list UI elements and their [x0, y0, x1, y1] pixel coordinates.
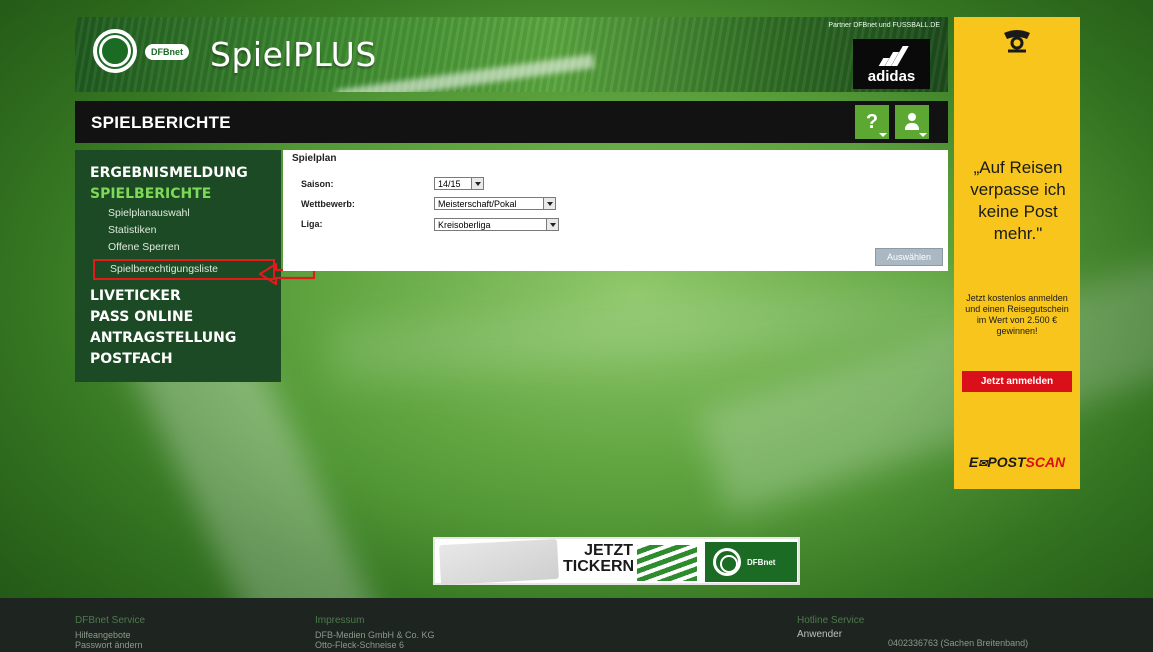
- page-title: SPIELBERICHTE: [91, 113, 231, 132]
- app-title[interactable]: SpielPLUS: [210, 35, 377, 74]
- panel-title: Spielplan: [292, 153, 337, 164]
- sidebar-item-liveticker[interactable]: LIVETICKER: [90, 286, 281, 307]
- adidas-stripes-icon: [878, 46, 909, 66]
- ad-body-text: Jetzt kostenlos anmelden und einen Reise…: [965, 293, 1069, 336]
- chevron-down-icon: [543, 198, 555, 209]
- posthorn-icon: [996, 22, 1038, 60]
- liga-select[interactable]: Kreisoberliga: [434, 218, 559, 231]
- subnav-item-spielberechtigungsliste[interactable]: Spielberechtigungsliste: [93, 259, 275, 280]
- wettbewerb-select[interactable]: Meisterschaft/Pokal: [434, 197, 556, 210]
- site-header: DFBnet SpielPLUS Partner DFBnet und FUSS…: [75, 17, 948, 92]
- banner-stripes: [637, 545, 697, 581]
- user-icon: [905, 113, 919, 131]
- sidebar-item-pass-online[interactable]: PASS ONLINE: [90, 307, 281, 328]
- subnav-item-spielplanauswahl[interactable]: Spielplanauswahl: [108, 205, 281, 222]
- liga-label: Liga:: [301, 219, 323, 229]
- wettbewerb-label: Wettbewerb:: [301, 199, 355, 209]
- hotline-number: 0402336763 (Sachen Breitenband): [888, 638, 1029, 648]
- auswaehlen-button[interactable]: Auswählen: [875, 248, 943, 266]
- dfb-logo-icon: [713, 548, 741, 576]
- help-icon: ?: [865, 110, 879, 133]
- wettbewerb-value: Meisterschaft/Pokal: [438, 199, 517, 209]
- sidebar-item-postfach[interactable]: POSTFACH: [90, 349, 281, 370]
- footer-col-hotline: Hotline Service Anwender: [797, 615, 865, 640]
- subnav-item-offene-sperren[interactable]: Offene Sperren: [108, 239, 281, 256]
- phone-image: [439, 538, 559, 586]
- deutsche-post-ad[interactable]: „Auf Reisen verpasse ich keine Post mehr…: [954, 17, 1080, 489]
- ad-headline: „Auf Reisen verpasse ich keine Post mehr…: [970, 158, 1066, 243]
- sidebar-item-spielberichte[interactable]: SPIELBERICHTE: [90, 184, 281, 205]
- help-button[interactable]: ?: [855, 105, 889, 139]
- section-titlebar: SPIELBERICHTE ?: [75, 101, 948, 143]
- dfb-logo-icon[interactable]: [93, 29, 137, 73]
- adidas-wordmark: adidas: [867, 68, 916, 85]
- sidebar-subnav: Spielplanauswahl Statistiken Offene Sper…: [90, 205, 281, 280]
- saison-value: 14/15: [438, 179, 461, 189]
- liveticker-banner[interactable]: JETZT TICKERN DFBnet: [433, 537, 800, 586]
- chevron-down-icon: [919, 133, 927, 137]
- site-footer: DFBnet Service Hilfeangebote Passwort än…: [0, 598, 1153, 652]
- adidas-sponsor-logo[interactable]: adidas: [853, 39, 930, 89]
- banner-text: JETZT TICKERN: [563, 542, 635, 575]
- saison-label: Saison:: [301, 179, 334, 189]
- sidebar-nav: ERGEBNISMELDUNG SPIELBERICHTE Spielplana…: [75, 150, 281, 382]
- chevron-down-icon: [879, 133, 887, 137]
- user-menu-button[interactable]: [895, 105, 929, 139]
- spielplan-panel: Spielplan Saison: 14/15 Wettbewerb: Meis…: [283, 150, 948, 271]
- chevron-down-icon: [471, 178, 483, 189]
- footer-col-impressum: Impressum DFB-Medien GmbH & Co. KG Otto-…: [315, 615, 435, 651]
- sidebar-item-antragstellung[interactable]: ANTRAGSTELLUNG: [90, 328, 281, 349]
- jetzt-anmelden-button[interactable]: Jetzt anmelden: [962, 371, 1072, 392]
- liga-value: Kreisoberliga: [438, 220, 491, 230]
- footer-link[interactable]: Passwort ändern: [75, 640, 145, 650]
- epostscan-logo: E✉POSTSCAN: [968, 454, 1066, 470]
- saison-select[interactable]: 14/15: [434, 177, 484, 190]
- partner-text: Partner DFBnet und FUSSBALL.DE: [828, 22, 940, 29]
- sidebar-item-ergebnismeldung[interactable]: ERGEBNISMELDUNG: [90, 163, 281, 184]
- footer-col-service: DFBnet Service Hilfeangebote Passwort än…: [75, 615, 146, 651]
- dfbnet-banner-logo: DFBnet: [705, 542, 797, 582]
- footer-link[interactable]: Hilfeangebote: [75, 630, 145, 640]
- subnav-item-statistiken[interactable]: Statistiken: [108, 222, 281, 239]
- chevron-down-icon: [546, 219, 558, 230]
- dfbnet-logo-text: DFBnet: [145, 44, 189, 60]
